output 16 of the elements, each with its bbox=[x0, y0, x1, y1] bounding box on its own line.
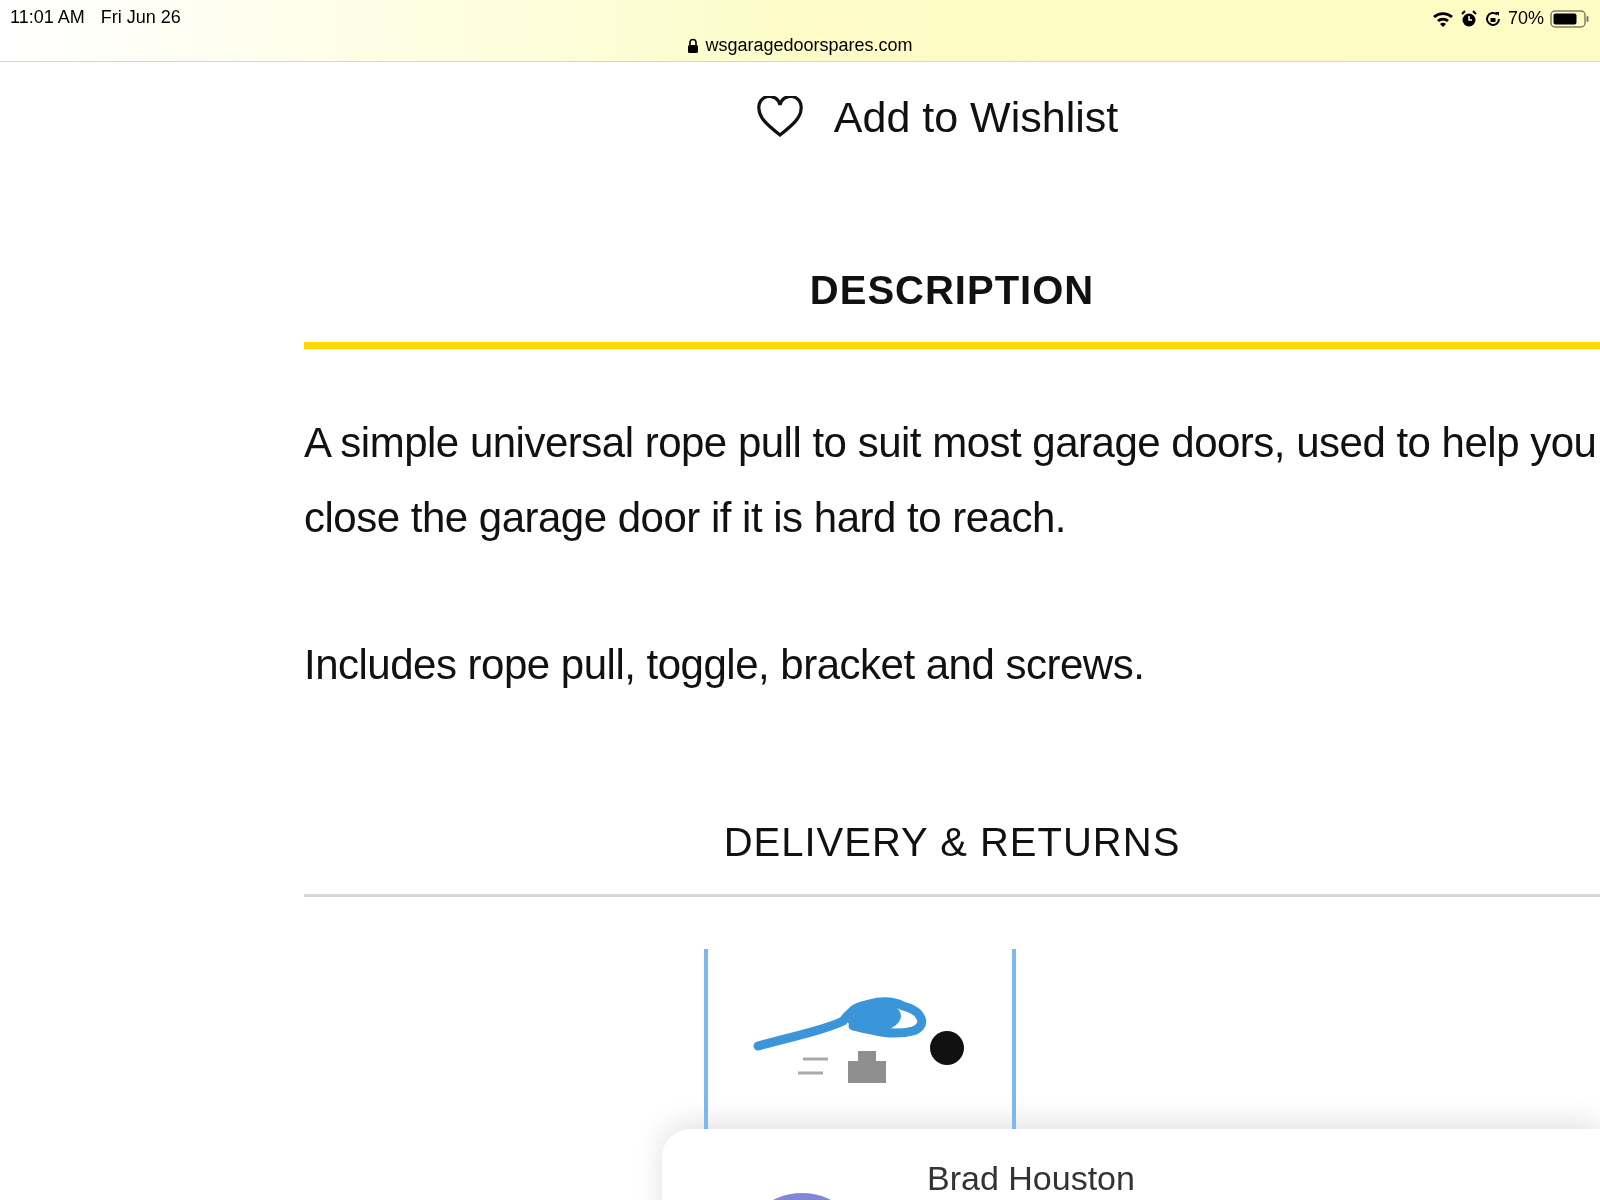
description-paragraph: Includes rope pull, toggle, bracket and screws. bbox=[304, 639, 1146, 690]
battery-percentage: 70% bbox=[1507, 7, 1544, 30]
reviewer-name: Brad Houston bbox=[927, 1157, 1135, 1199]
section-tab[interactable]: DELIVERY & RETURNS bbox=[304, 811, 1600, 897]
section-tab[interactable]: DESCRIPTION bbox=[304, 259, 1600, 349]
wifi-icon bbox=[1431, 9, 1454, 28]
status-time: 11:01 AM bbox=[10, 6, 85, 29]
url-text[interactable]: wsgaragedoorspares.com bbox=[705, 32, 913, 59]
rotation-lock-icon bbox=[1483, 9, 1502, 28]
add-to-wishlist-link[interactable]: Add to Wishlist bbox=[833, 85, 1119, 150]
lock-icon bbox=[687, 38, 700, 53]
battery-icon bbox=[1550, 8, 1590, 29]
status-date: Fri Jun 26 bbox=[100, 6, 181, 29]
heart-icon[interactable] bbox=[755, 96, 804, 139]
alarm-clock-icon bbox=[1459, 9, 1478, 28]
description-paragraph: A simple universal rope pull to suit most garage doors, used to help you close the garage door if it is hard to reach. bbox=[304, 417, 1598, 543]
